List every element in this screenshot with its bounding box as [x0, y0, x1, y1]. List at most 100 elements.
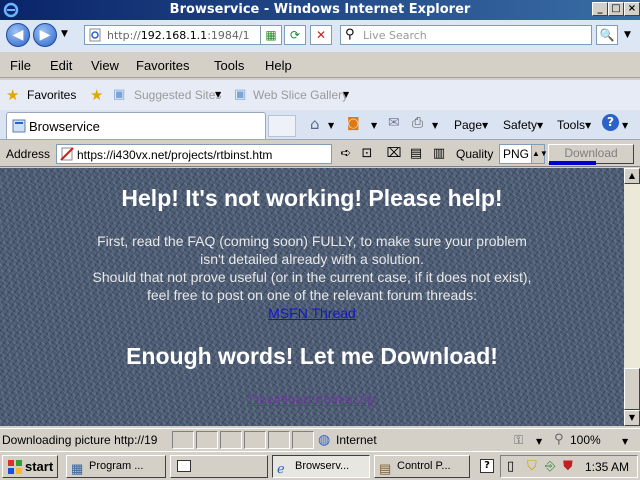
safety-dropdown-icon[interactable]: ▼: [537, 121, 543, 130]
protected-mode-icon[interactable]: ⚿: [514, 433, 523, 448]
add-favorite-icon[interactable]: ★: [90, 86, 103, 104]
usb-icon[interactable]: ⎆: [545, 459, 555, 474]
home-dropdown-icon[interactable]: ▼: [328, 121, 334, 130]
menu-tools[interactable]: Tools: [214, 58, 244, 73]
bookmark-icon[interactable]: ⊡: [358, 145, 376, 163]
zoom-dropdown-icon[interactable]: ▼: [622, 437, 628, 446]
search-placeholder: Live Search: [363, 29, 427, 42]
status-bar: Downloading picture http://19 ◍ Internet…: [0, 428, 640, 450]
zoom-level[interactable]: 100%: [570, 433, 601, 447]
page-menu[interactable]: Page: [454, 118, 482, 132]
mail-icon[interactable]: ✉: [388, 115, 400, 131]
back-button[interactable]: ◀: [6, 23, 30, 47]
download-progress-bar: [549, 161, 596, 165]
compatibility-icon[interactable]: ▦: [260, 25, 282, 45]
menu-bar: File Edit View Favorites Tools Help: [0, 52, 640, 78]
help-dropdown-icon[interactable]: ▼: [622, 121, 628, 130]
status-text: Downloading picture http://19: [2, 433, 158, 447]
close-button[interactable]: ×: [624, 2, 640, 16]
favorites-star-icon: ★: [6, 86, 20, 104]
forum-line-1: Should that not prove useful (or in the …: [92, 269, 532, 285]
page-content: Help! It's not working! Please help! Fir…: [0, 168, 624, 426]
menu-file[interactable]: File: [10, 58, 31, 73]
url-rest: :1984/1: [207, 29, 250, 42]
ie-task-icon: ℯ: [277, 461, 285, 476]
address-url: https://i430vx.net/projects/rtbinst.htm: [77, 148, 273, 162]
menu-favorites[interactable]: Favorites: [136, 58, 189, 73]
protected-mode-dropdown-icon[interactable]: ▼: [536, 437, 542, 446]
search-go-button[interactable]: 🔍: [596, 25, 618, 45]
address-input[interactable]: https://i430vx.net/projects/rtbinst.htm: [56, 144, 332, 164]
help-tray-icon[interactable]: ?: [480, 459, 494, 473]
task-browservice[interactable]: ℯ Browserv...: [272, 455, 370, 478]
tools-menu[interactable]: Tools: [557, 118, 585, 132]
download-zip-link[interactable]: Download rtbinst.zip: [249, 391, 375, 407]
search-options-icon[interactable]: ▼: [624, 30, 631, 40]
system-tray: ▯ ⛉ ⎆ ⛊ 1:35 AM: [500, 455, 638, 478]
url-field[interactable]: http://192.168.1.1:1984/1: [84, 25, 262, 45]
network-icon[interactable]: ▯: [507, 459, 514, 474]
new-tab-button[interactable]: [268, 115, 296, 137]
security-shield-icon[interactable]: ⛉: [527, 459, 537, 474]
quality-label: Quality: [456, 147, 494, 161]
page-dropdown-icon[interactable]: ▼: [482, 121, 488, 130]
vertical-scrollbar[interactable]: ▲ ▼: [624, 168, 640, 426]
print-dropdown-icon[interactable]: ▼: [432, 121, 438, 130]
faq-line-1: First, read the FAQ (coming soon) FULLY,…: [97, 233, 527, 249]
suggested-sites-link[interactable]: Suggested Sites: [134, 88, 221, 102]
suggested-sites-dropdown-icon[interactable]: ▼: [215, 90, 221, 99]
tools-dropdown-icon[interactable]: ▼: [585, 121, 591, 130]
menu-help[interactable]: Help: [265, 58, 292, 73]
window-title: Browservice - Windows Internet Explorer: [169, 2, 471, 17]
print-icon[interactable]: ⎙: [412, 115, 423, 131]
menu-edit[interactable]: Edit: [50, 58, 72, 73]
title-bar: Browservice - Windows Internet Explorer …: [0, 0, 640, 20]
quality-select[interactable]: PNG ▲▼: [499, 144, 548, 164]
go-arrow-icon[interactable]: ➪: [337, 145, 355, 163]
quality-value: PNG: [503, 147, 530, 161]
maximize-button[interactable]: □: [608, 2, 624, 16]
forward-button[interactable]: ▶: [33, 23, 57, 47]
scroll-down-icon[interactable]: ▼: [624, 410, 640, 426]
refresh-icon[interactable]: ⟳: [284, 25, 306, 45]
feeds-icon[interactable]: ◙: [347, 116, 360, 131]
url-prefix: http://: [107, 29, 141, 42]
minimize-button[interactable]: _: [592, 2, 608, 16]
find-icon[interactable]: ⌧: [385, 145, 403, 163]
favorites-button[interactable]: Favorites: [27, 88, 76, 102]
web-slice-gallery-link[interactable]: Web Slice Gallery: [253, 88, 348, 102]
task-blank-window[interactable]: [170, 455, 268, 478]
tab-browservice[interactable]: Browservice: [6, 112, 266, 139]
scroll-thumb[interactable]: [624, 368, 640, 410]
faq-line-2: isn't detailed already with a solution.: [200, 251, 424, 267]
help-icon[interactable]: ?: [602, 114, 619, 131]
stop-icon[interactable]: ✕: [310, 25, 332, 45]
clock[interactable]: 1:35 AM: [585, 460, 629, 474]
search-icon: ⚲: [345, 27, 355, 42]
task-program-manager[interactable]: ▦ Program ...: [66, 455, 166, 478]
suggested-sites-icon: ▣: [113, 87, 126, 102]
tab-page-icon: [12, 119, 26, 133]
history-dropdown-icon[interactable]: ▼: [61, 29, 68, 39]
quality-stepper-icon[interactable]: ▲▼: [531, 145, 548, 163]
msfn-thread-link[interactable]: MSFN Thread: [268, 305, 356, 321]
scroll-up-icon[interactable]: ▲: [624, 168, 640, 184]
home-icon[interactable]: ⌂: [310, 115, 320, 133]
feeds-dropdown-icon[interactable]: ▼: [371, 121, 377, 130]
start-button[interactable]: start: [2, 455, 58, 478]
program-manager-icon: ▦: [71, 461, 84, 476]
task-control-panel[interactable]: ▤ Control P...: [374, 455, 470, 478]
address-toolbar: Address https://i430vx.net/projects/rtbi…: [0, 141, 640, 167]
clipboard-icon[interactable]: ▤: [407, 145, 425, 163]
tab-bar: Browservice ⌂ ▼ ◙ ▼ ✉ ⎙ ▼ Page ▼ Safety …: [0, 110, 640, 140]
menu-view[interactable]: View: [91, 58, 119, 73]
web-slice-icon: ▣: [234, 87, 247, 102]
alert-shield-icon[interactable]: ⛊: [563, 459, 573, 474]
control-panel-icon: ▤: [379, 461, 392, 476]
safety-menu[interactable]: Safety: [503, 118, 537, 132]
security-zone: Internet: [336, 433, 377, 447]
paste-icon[interactable]: ▥: [430, 145, 448, 163]
search-input[interactable]: ⚲ Live Search: [340, 25, 592, 45]
web-slice-dropdown-icon[interactable]: ▼: [343, 90, 349, 99]
zoom-icon: ⚲: [554, 432, 564, 447]
